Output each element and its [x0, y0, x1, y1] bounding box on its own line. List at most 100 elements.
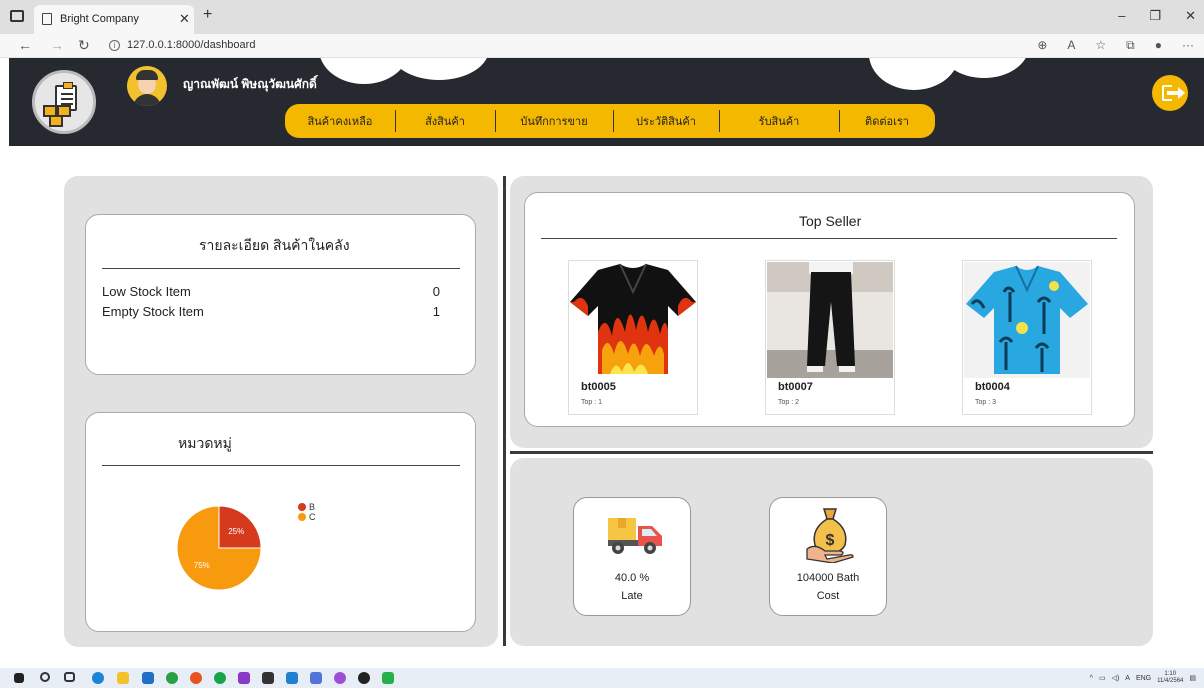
delivery-truck-icon [608, 518, 662, 554]
pie-slice-label: 25% [228, 527, 244, 536]
clock-date: 11/4/2564 [1157, 678, 1184, 684]
clock[interactable]: 1:10 11/4/2564 [1157, 671, 1183, 685]
stock-card-title: รายละเอียด สินค้าในคลัง [199, 237, 350, 253]
top-seller-panel: Top Seller bt0005 Top : 1 bt0007 Top: 2… [510, 176, 1153, 448]
legend-item[interactable]: C [298, 512, 316, 522]
profile-icon[interactable]: ● [1155, 38, 1162, 53]
category-card-title: หมวดหมู่ [178, 435, 232, 451]
cost-label: Cost [816, 590, 840, 602]
legend-label: B [309, 502, 316, 512]
product-image [964, 262, 1090, 378]
start-icon[interactable] [14, 673, 24, 683]
store-icon[interactable] [142, 672, 154, 684]
main-nav: สินค้าคงเหลือ สั่งสินค้า บันทึกการขาย ปร… [285, 104, 935, 138]
box-icon [49, 115, 63, 127]
task-view-icon[interactable] [64, 672, 75, 682]
top-seller-card: Top Seller bt0005 Top : 1 bt0007 Top: 2… [524, 192, 1135, 427]
forward-icon[interactable]: → [50, 37, 64, 53]
more-icon[interactable]: ··· [1182, 38, 1194, 53]
restore-icon[interactable]: ❐ [1149, 8, 1161, 24]
url-field[interactable]: 127.0.0.1:8000/dashboard [127, 39, 255, 51]
clock-time: 1:10 [1164, 671, 1177, 677]
site-info-icon[interactable]: i [109, 40, 120, 51]
spotify-icon[interactable] [214, 672, 226, 684]
network-icon[interactable]: ▭ [1099, 674, 1106, 682]
windows-taskbar: ^ ▭ ◁) A ENG 1:10 11/4/2564 ▤ [0, 668, 1204, 688]
logout-button[interactable] [1152, 75, 1188, 111]
app-icon[interactable] [238, 672, 250, 684]
tab-title: Bright Company [60, 13, 139, 25]
window-controls: – ❐ ✕ [1118, 8, 1196, 24]
app-icon[interactable] [334, 672, 346, 684]
stock-row-empty: Empty Stock Item 1 [102, 304, 440, 319]
late-percentage: 40.0 % [614, 572, 650, 584]
tray-expand-icon[interactable]: ^ [1090, 675, 1093, 682]
cloud-decoration [939, 58, 1029, 78]
read-aloud-icon[interactable]: A [1067, 38, 1075, 53]
late-stat-card[interactable]: 40.0 % Late [573, 497, 691, 616]
money-bag-icon: $ [806, 508, 854, 563]
pie-slice-label: 75% [194, 561, 210, 570]
stock-row-low: Low Stock Item 0 [102, 284, 440, 299]
file-explorer-icon[interactable] [117, 672, 129, 684]
panel-divider [503, 176, 506, 646]
volume-icon[interactable]: ◁) [1112, 674, 1120, 682]
collections-icon[interactable]: ⧉ [1126, 38, 1135, 53]
app-icon[interactable] [310, 672, 322, 684]
page-icon [42, 13, 52, 25]
search-icon[interactable] [40, 672, 50, 682]
back-icon[interactable]: ← [18, 37, 32, 53]
stock-row-label: Empty Stock Item [102, 304, 204, 319]
favorites-icon[interactable]: ☆ [1095, 38, 1106, 53]
terminal-icon[interactable] [262, 672, 274, 684]
product-card[interactable]: bt0007 Top : 2 [765, 260, 895, 415]
avatar[interactable] [127, 66, 167, 106]
language-indicator[interactable]: ENG [1136, 675, 1151, 682]
tab-actions-icon[interactable] [10, 10, 24, 22]
cost-value: 104000 Bath [796, 572, 860, 584]
browser-tab[interactable]: Bright Company ✕ [34, 5, 194, 34]
divider [541, 238, 1117, 239]
nav-item-receive[interactable]: รับสินค้า [719, 104, 839, 138]
pie-legend: BC [298, 502, 316, 522]
product-code: bt0007 [778, 381, 813, 393]
divider [102, 268, 460, 269]
legend-swatch [298, 513, 306, 521]
new-tab-icon[interactable]: + [203, 6, 212, 24]
close-window-icon[interactable]: ✕ [1185, 8, 1196, 24]
svg-text:$: $ [826, 532, 835, 549]
vscode-icon[interactable] [286, 672, 298, 684]
legend-item[interactable]: B [298, 502, 316, 512]
zoom-icon[interactable]: ⊕ [1037, 38, 1047, 53]
left-panel: รายละเอียด สินค้าในคลัง Low Stock Item 0… [64, 176, 498, 647]
stock-row-label: Low Stock Item [102, 284, 191, 299]
category-pie-chart: 25% 75% [176, 505, 262, 591]
nav-item-sales[interactable]: บันทึกการขาย [495, 104, 613, 138]
product-card[interactable]: bt0004 Top : 3 [962, 260, 1092, 415]
tab-close-icon[interactable]: ✕ [179, 11, 190, 27]
app-header: ญาณพัฒน์ พิษณุวัฒนศักดิ์ สินค้าคงเหลือ ส… [9, 58, 1204, 146]
product-image [767, 262, 893, 378]
product-card[interactable]: bt0005 Top : 1 [568, 260, 698, 415]
product-image [570, 262, 696, 378]
chrome-icon[interactable] [166, 672, 178, 684]
refresh-icon[interactable]: ↻ [78, 37, 90, 54]
input-method-icon[interactable]: A [1125, 675, 1130, 682]
divider [102, 465, 460, 466]
cloud-decoration [389, 58, 489, 80]
panel-divider [510, 451, 1153, 454]
browser-toolbar: ⊕ A ☆ ⧉ ● ··· [1037, 38, 1194, 53]
edge-icon[interactable] [92, 672, 104, 684]
line-icon[interactable] [382, 672, 394, 684]
nav-item-order[interactable]: สั่งสินค้า [395, 104, 495, 138]
app-icon[interactable] [358, 672, 370, 684]
nav-item-contact[interactable]: ติดต่อเรา [839, 104, 935, 138]
nav-item-stock[interactable]: สินค้าคงเหลือ [285, 104, 395, 138]
minimize-icon[interactable]: – [1118, 8, 1125, 24]
firefox-icon[interactable] [190, 672, 202, 684]
notifications-icon[interactable]: ▤ [1189, 674, 1196, 682]
nav-item-history[interactable]: ประวัติสินค้า [613, 104, 719, 138]
late-label: Late [621, 590, 643, 602]
company-logo [32, 70, 96, 134]
cost-stat-card[interactable]: $ 104000 Bath Cost [769, 497, 887, 616]
